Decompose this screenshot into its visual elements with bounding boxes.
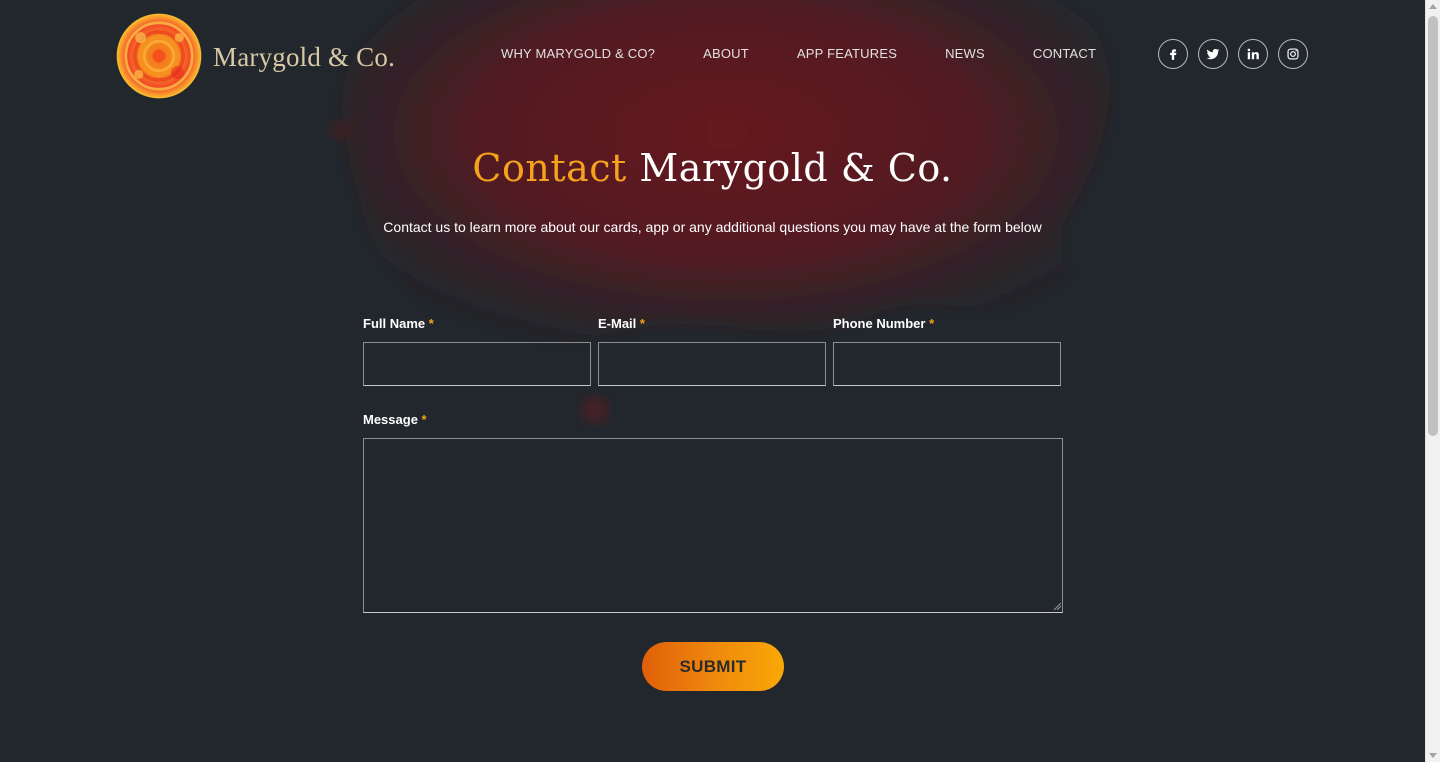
linkedin-icon [1247,48,1259,60]
nav-item-about[interactable]: ABOUT [679,42,773,65]
twitter-link[interactable] [1198,39,1228,69]
page-title: Contact Marygold & Co. [0,146,1425,190]
page-scrollbar[interactable] [1425,0,1440,762]
instagram-link[interactable] [1278,39,1308,69]
email-label-text: E-Mail [598,316,637,331]
instagram-icon [1287,48,1299,60]
nav-item-app-features[interactable]: APP FEATURES [773,42,921,65]
required-marker: * [639,316,645,331]
resize-grip-icon[interactable] [1053,602,1061,610]
brand-logo[interactable]: Marygold & Co. [113,10,395,102]
main-navigation: WHY MARYGOLD & CO? ABOUT APP FEATURES NE… [477,42,1120,65]
message-label-text: Message [363,412,418,427]
scroll-down-arrow-icon[interactable] [1429,753,1437,758]
phone-number-input[interactable] [833,342,1061,386]
phone-number-label-text: Phone Number [833,316,926,331]
message-textarea[interactable] [363,438,1063,613]
page-title-accent: Contact [472,146,627,190]
social-links [1158,39,1318,69]
nav-item-contact[interactable]: CONTACT [1009,42,1120,65]
submit-button[interactable]: SUBMIT [642,642,784,691]
full-name-label: Full Name * [363,316,434,331]
required-marker: * [421,412,427,427]
full-name-input[interactable] [363,342,591,386]
page-title-rest: Marygold & Co. [626,146,953,190]
full-name-label-text: Full Name [363,316,426,331]
page-subtitle: Contact us to learn more about our cards… [383,219,1042,235]
nav-item-why-marygold[interactable]: WHY MARYGOLD & CO? [477,42,679,65]
scrollbar-thumb[interactable] [1428,16,1438,436]
twitter-icon [1206,48,1220,60]
page: Marygold & Co. WHY MARYGOLD & CO? ABOUT … [0,0,1425,762]
required-marker: * [428,316,434,331]
facebook-link[interactable] [1158,39,1188,69]
email-input[interactable] [598,342,826,386]
message-label: Message * [363,412,427,427]
brand-name: Marygold & Co. [213,41,396,72]
scroll-up-arrow-icon[interactable] [1429,4,1437,9]
nav-item-news[interactable]: NEWS [921,42,1009,65]
facebook-icon [1170,49,1177,60]
required-marker: * [929,316,935,331]
email-label: E-Mail * [598,316,645,331]
linkedin-link[interactable] [1238,39,1268,69]
phone-number-label: Phone Number * [833,316,934,331]
marigold-flower-logo-icon [116,13,202,99]
